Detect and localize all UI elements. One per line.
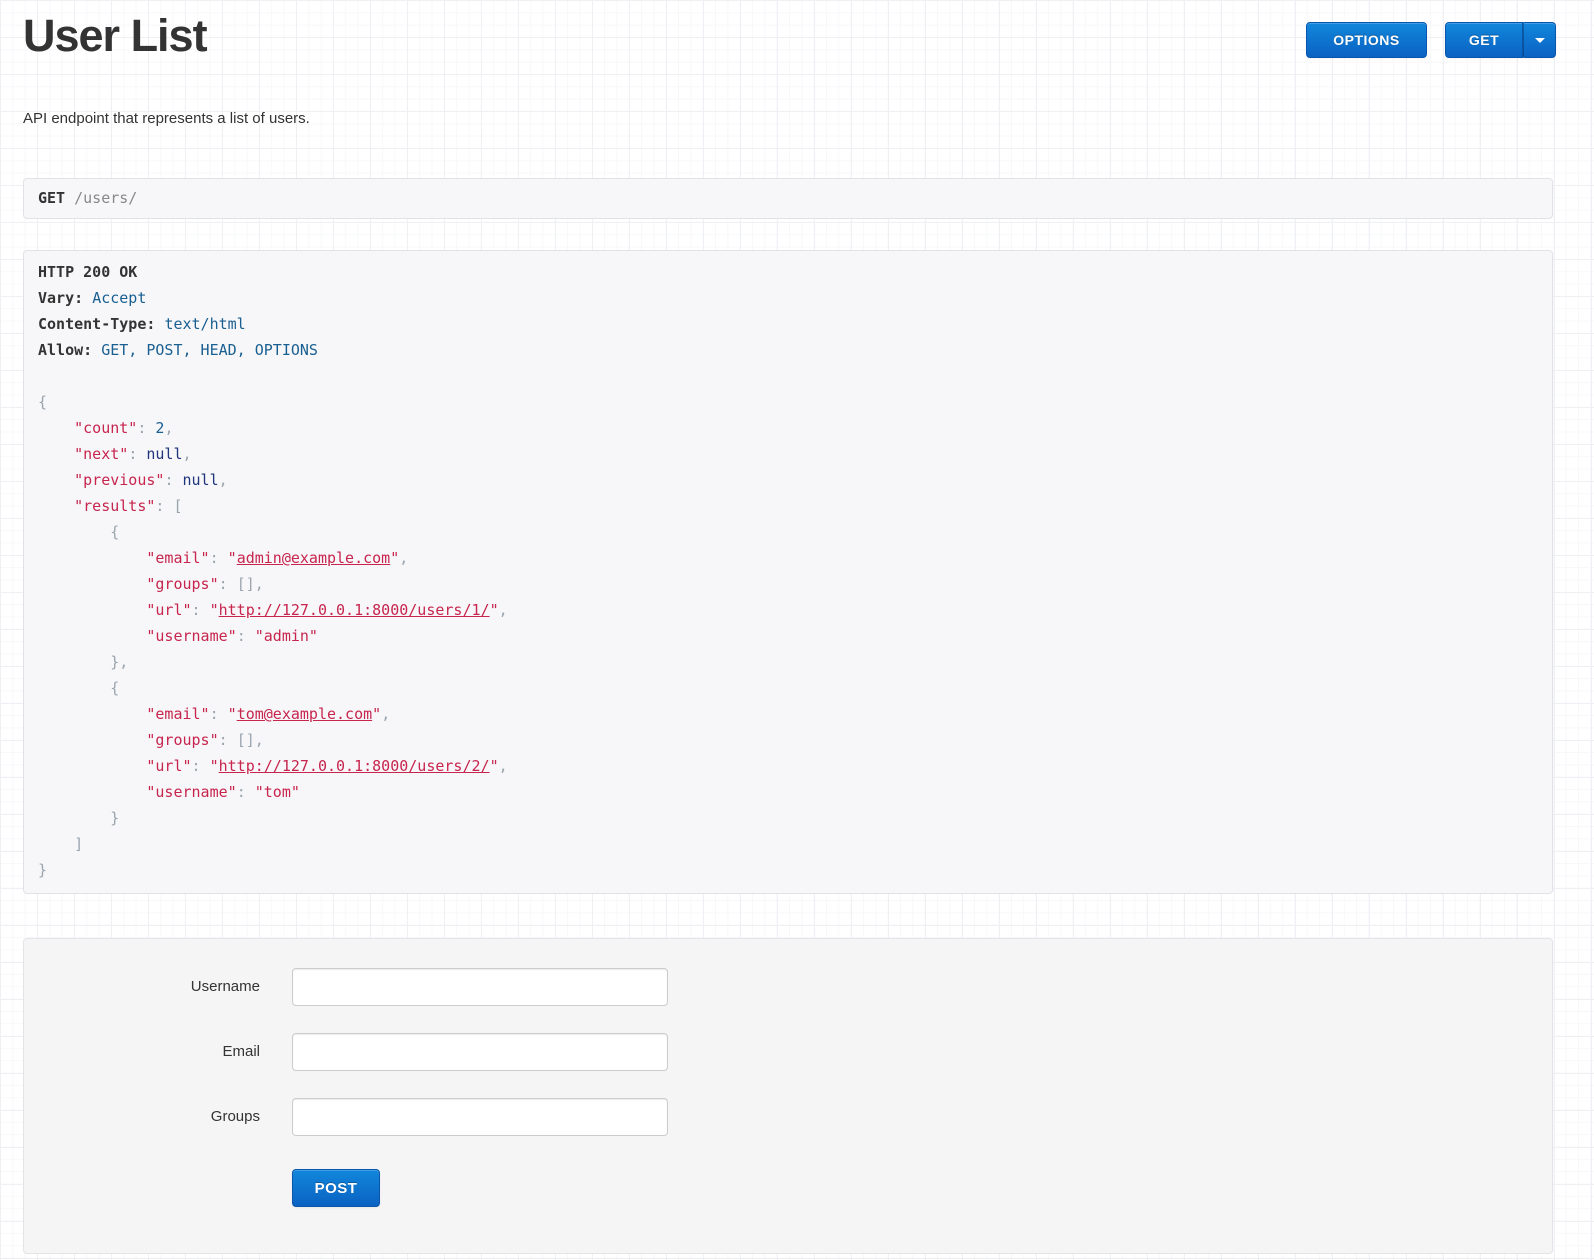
username-label: Username xyxy=(24,968,260,1006)
get-button-group: GET xyxy=(1445,22,1556,58)
page: { "page": { "title": "User List", "descr… xyxy=(0,0,1594,1260)
form-actions: POST xyxy=(292,1169,1552,1207)
form-row-groups: Groups xyxy=(24,1098,1552,1136)
options-button[interactable]: OPTIONS xyxy=(1306,22,1427,58)
page-title: User List xyxy=(23,10,207,62)
email-field[interactable] xyxy=(292,1033,668,1071)
user-email-link[interactable]: tom@example.com xyxy=(237,705,372,723)
form-row-username: Username xyxy=(24,968,1552,1006)
get-button[interactable]: GET xyxy=(1445,22,1523,58)
response-panel: HTTP 200 OK Vary: Accept Content-Type: t… xyxy=(23,250,1553,894)
form-row-email: Email xyxy=(24,1033,1552,1071)
request-method: GET xyxy=(38,189,65,207)
post-button[interactable]: POST xyxy=(292,1169,380,1207)
groups-field[interactable] xyxy=(292,1098,668,1136)
groups-label: Groups xyxy=(24,1098,260,1136)
user-url-link[interactable]: http://127.0.0.1:8000/users/1/ xyxy=(219,601,490,619)
toolbar: OPTIONS GET xyxy=(1306,22,1556,58)
request-bar: GET /users/ xyxy=(23,178,1553,219)
request-path: /users/ xyxy=(74,189,137,207)
get-format-dropdown-button[interactable] xyxy=(1523,22,1556,58)
post-form: Username Email Groups POST xyxy=(23,938,1553,1254)
chevron-down-icon xyxy=(1535,38,1545,43)
username-field[interactable] xyxy=(292,968,668,1006)
endpoint-description: API endpoint that represents a list of u… xyxy=(23,110,310,127)
email-label: Email xyxy=(24,1033,260,1071)
user-email-link[interactable]: admin@example.com xyxy=(237,549,391,567)
user-url-link[interactable]: http://127.0.0.1:8000/users/2/ xyxy=(219,757,490,775)
